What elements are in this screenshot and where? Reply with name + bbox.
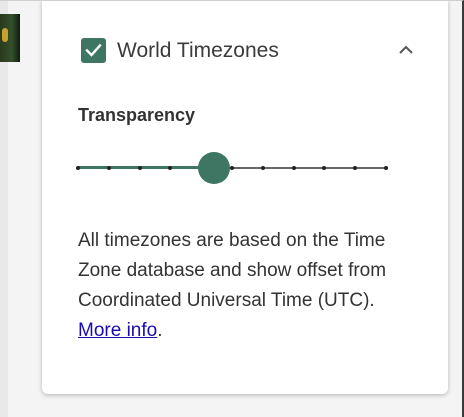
slider-tick — [292, 166, 296, 170]
more-info-link[interactable]: More info — [78, 320, 157, 341]
slider-tick — [384, 166, 388, 170]
transparency-label: Transparency — [78, 105, 196, 125]
layer-description: All timezones are based on the Time Zone… — [78, 226, 408, 346]
slider-tick — [261, 166, 265, 170]
layer-toggle-checkbox[interactable] — [81, 38, 106, 63]
chevron-up-icon — [399, 45, 413, 54]
description-text: All timezones are based on the Time Zone… — [78, 230, 387, 311]
map-preview — [0, 14, 20, 62]
slider-tick — [107, 166, 111, 170]
transparency-slider[interactable] — [76, 150, 388, 186]
description-trailing: . — [157, 320, 163, 341]
slider-tick — [322, 166, 326, 170]
slider-thumb[interactable] — [197, 152, 230, 184]
layer-title: World Timezones — [117, 39, 279, 62]
slider-tick — [138, 166, 142, 170]
slider-tick — [168, 166, 172, 170]
slider-fill — [78, 166, 214, 169]
layer-card: World Timezones Transparency All timezon… — [42, 0, 448, 394]
collapse-button[interactable] — [394, 38, 418, 62]
check-icon — [85, 43, 102, 57]
slider-tick — [76, 166, 80, 170]
slider-tick — [230, 166, 234, 170]
app-edge — [0, 0, 8, 417]
slider-tick — [353, 166, 357, 170]
